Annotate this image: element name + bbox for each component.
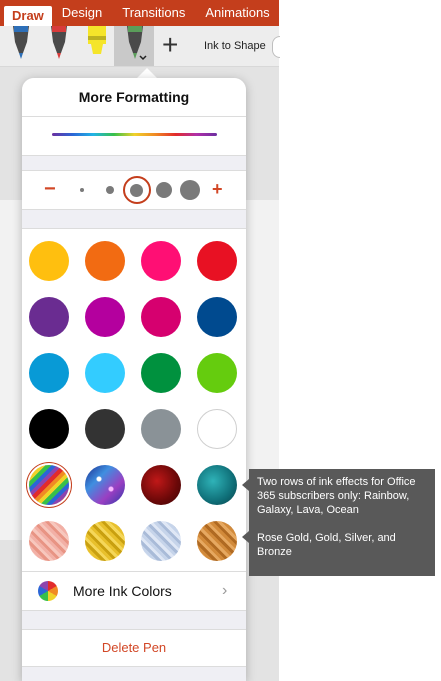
color-swatch[interactable] [141,241,181,281]
delete-pen-label: Delete Pen [101,640,167,655]
callout-text-row2: Rose Gold, Gold, Silver, and Bronze [257,532,396,558]
more-ink-colors-button[interactable]: More Ink Colors › [22,571,246,611]
color-swatch[interactable] [29,241,69,281]
color-swatch[interactable] [29,353,69,393]
color-swatch[interactable] [197,409,237,449]
color-swatch[interactable] [197,353,237,393]
thickness-option-3[interactable] [130,184,143,197]
more-formatting-popover: More Formatting − + More Ink Colors › De… [22,78,246,681]
color-swatch[interactable] [85,241,125,281]
color-swatch[interactable] [85,409,125,449]
ribbon-tabs: Draw Design Transitions Animations [0,0,279,26]
popover-arrow [137,68,157,78]
color-swatch[interactable] [29,297,69,337]
color-swatch[interactable] [29,409,69,449]
pen-blue-icon[interactable] [8,26,34,60]
thickness-option-1[interactable] [80,188,84,192]
increase-thickness-button[interactable]: + [212,177,223,201]
color-swatch[interactable] [85,353,125,393]
popover-title: More Formatting [22,78,246,117]
callout-text-row1: Two rows of ink effects for Office 365 s… [257,476,416,516]
ink-effects-callout: Two rows of ink effects for Office 365 s… [249,469,435,576]
color-swatch[interactable] [197,297,237,337]
ink-effect-gold[interactable] [85,521,125,561]
ink-effect-bronze[interactable] [197,521,237,561]
thickness-option-2[interactable] [106,186,114,194]
more-ink-colors-label: More Ink Colors [73,583,172,599]
tab-animations[interactable]: Animations [195,0,279,26]
highlighter-yellow-icon[interactable] [84,26,110,60]
callout-pointer-top [242,479,249,491]
ink-effect-ocean[interactable] [197,465,237,505]
color-swatch[interactable] [141,409,181,449]
delete-pen-button[interactable]: Delete Pen [22,629,246,667]
ink-preview-row [22,117,246,156]
color-swatch[interactable] [197,241,237,281]
pen-rainbow-icon[interactable] [120,26,150,64]
thickness-option-4[interactable] [156,182,172,198]
callout-pointer-bottom [242,531,249,543]
tab-design[interactable]: Design [52,0,112,26]
tab-transitions[interactable]: Transitions [112,0,195,26]
color-swatch-grid [22,228,246,571]
blank-area [279,0,441,681]
ink-to-shape-label[interactable]: Ink to Shape [204,40,266,52]
ink-preview-stroke [52,133,217,136]
decrease-thickness-button[interactable]: − [44,177,56,201]
add-pen-icon[interactable]: + [162,30,178,60]
ink-effect-rainbow[interactable] [29,465,69,505]
thickness-option-5[interactable] [180,180,200,200]
thickness-row: − + [22,170,246,210]
chevron-right-icon: › [222,582,228,599]
color-swatch[interactable] [141,297,181,337]
ink-effect-silver[interactable] [141,521,181,561]
pen-red-icon[interactable] [46,26,72,60]
color-wheel-icon [38,581,58,601]
color-swatch[interactable] [141,353,181,393]
tab-draw[interactable]: Draw [4,6,52,26]
color-swatch[interactable] [85,297,125,337]
ink-to-shape-toggle[interactable] [272,36,280,58]
ink-effect-lava[interactable] [141,465,181,505]
ink-effect-galaxy[interactable] [85,465,125,505]
ink-effect-rose-gold[interactable] [29,521,69,561]
